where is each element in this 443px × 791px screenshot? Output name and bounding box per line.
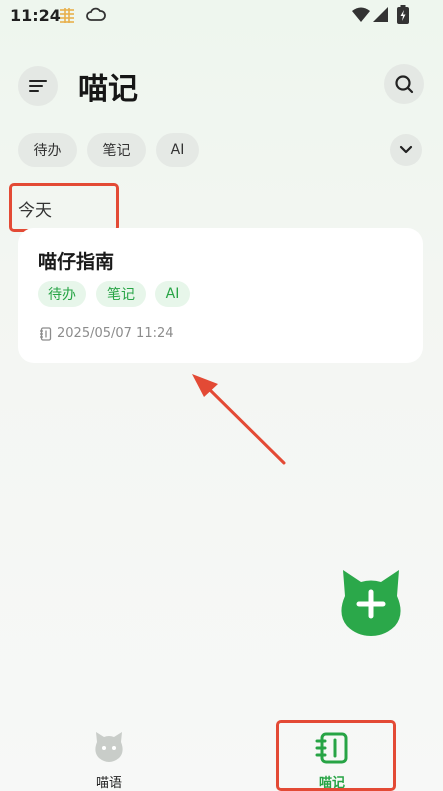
- add-note-button[interactable]: [335, 568, 407, 640]
- cat-face-icon: [92, 730, 126, 764]
- annotation-arrow: [192, 374, 286, 465]
- nav-label-meow-chat: 喵语: [95, 776, 122, 791]
- nav-item-meow-chat[interactable]: 喵语: [54, 722, 164, 791]
- annotation-highlight-box: [276, 720, 396, 791]
- bottom-nav: 喵语 喵记: [0, 720, 443, 791]
